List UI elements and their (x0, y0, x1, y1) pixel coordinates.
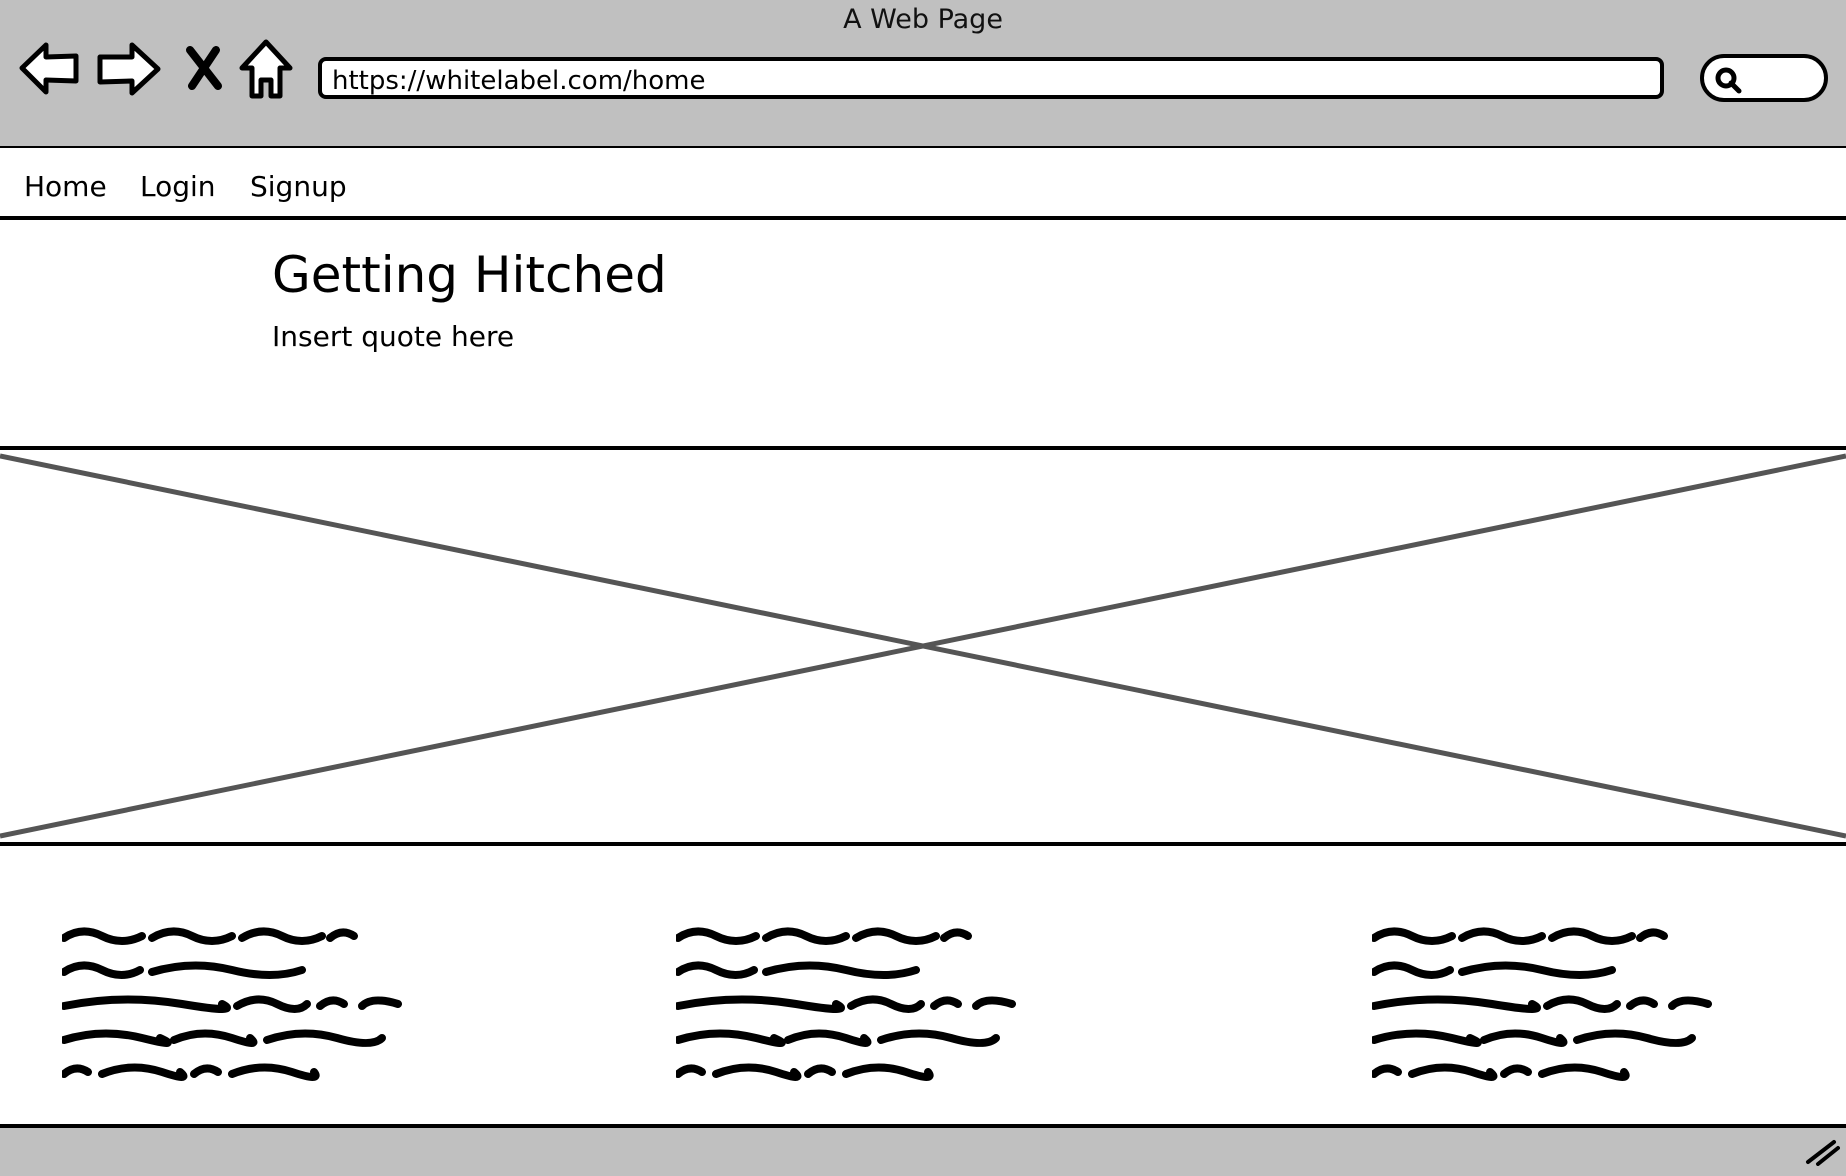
url-field[interactable]: https://whitelabel.com/home (318, 57, 1664, 99)
top-menu: Home Login Signup (0, 148, 1846, 220)
image-placeholder (0, 446, 1846, 846)
home-icon[interactable] (238, 38, 294, 100)
forward-arrow-icon[interactable] (96, 40, 162, 98)
browser-search-field[interactable] (1700, 54, 1828, 102)
browser-chrome: A Web Page https://whitelabel.com/home (0, 0, 1846, 150)
window-title: A Web Page (843, 4, 1003, 35)
search-icon (1715, 67, 1742, 94)
url-text: https://whitelabel.com/home (332, 66, 706, 96)
page-bottom-divider (0, 1124, 1846, 1128)
page-content: Home Login Signup Getting Hitched Insert… (0, 148, 1846, 1126)
page-title: Getting Hitched (272, 246, 667, 304)
text-column-1 (62, 918, 442, 1088)
menu-item-login[interactable]: Login (140, 170, 216, 203)
menu-item-home[interactable]: Home (24, 170, 107, 203)
text-column-2 (676, 918, 1056, 1088)
close-x-icon[interactable] (184, 46, 224, 90)
hero-quote: Insert quote here (272, 320, 515, 353)
resize-grip-icon[interactable] (1804, 1136, 1840, 1170)
menu-divider (0, 216, 1846, 220)
menu-item-signup[interactable]: Signup (250, 170, 347, 203)
back-arrow-icon[interactable] (18, 40, 80, 96)
text-column-3 (1372, 918, 1752, 1088)
